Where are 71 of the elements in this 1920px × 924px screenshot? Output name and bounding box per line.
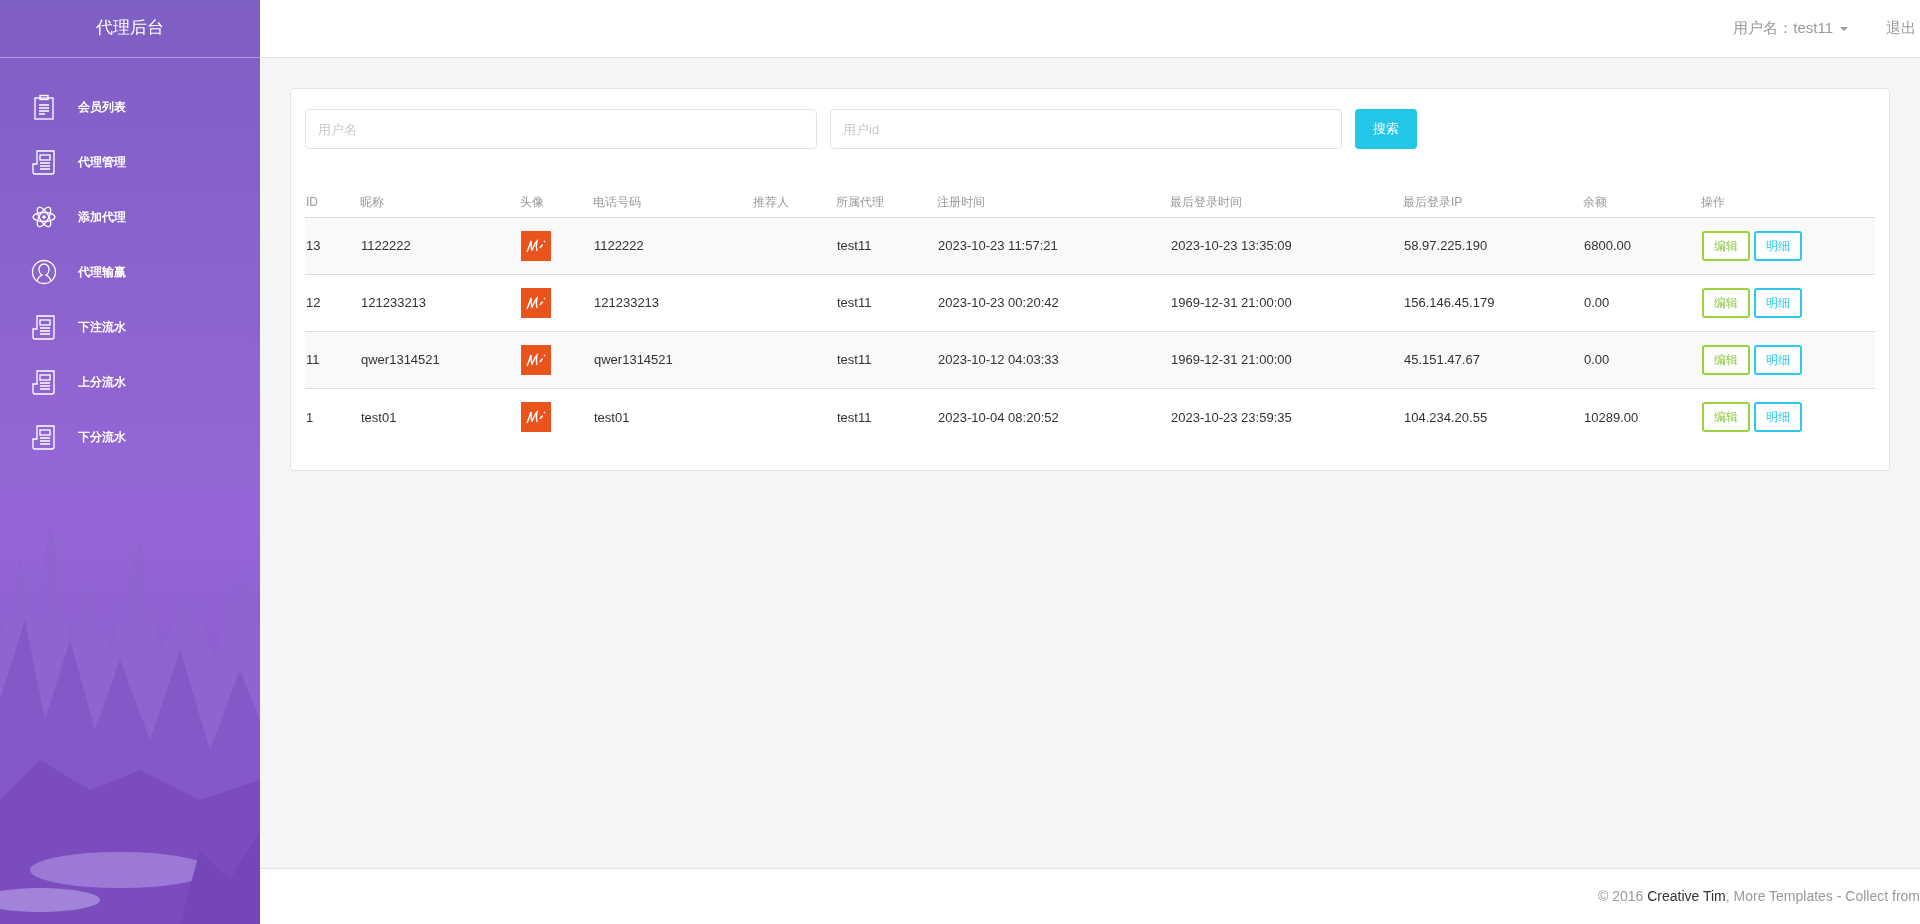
table-cell: 2023-10-23 11:57:21 bbox=[938, 238, 1058, 254]
column-header: 操作 bbox=[1701, 187, 1875, 218]
column-header: 最后登录IP bbox=[1403, 187, 1583, 218]
table-cell: test11 bbox=[837, 295, 872, 311]
table-cell: 1 bbox=[306, 409, 314, 425]
table-cell: 45.151.47.67 bbox=[1404, 352, 1480, 368]
table-cell: test11 bbox=[837, 409, 872, 425]
table-cell: 12 bbox=[306, 295, 321, 311]
table-cell: 121233213 bbox=[594, 295, 660, 311]
column-header: 昵称 bbox=[360, 187, 520, 218]
table-cell: 1122222 bbox=[594, 238, 644, 254]
column-header: 余额 bbox=[1583, 187, 1701, 218]
edit-button[interactable]: 编辑 bbox=[1702, 231, 1750, 261]
table-cell: 13 bbox=[306, 238, 321, 254]
sidebar-item[interactable]: 上分流水 bbox=[0, 354, 260, 409]
table-cell: 2023-10-23 13:35:09 bbox=[1171, 238, 1292, 254]
edit-button[interactable]: 编辑 bbox=[1702, 288, 1750, 318]
table-cell: 6800.00 bbox=[1584, 238, 1631, 254]
search-button[interactable]: 搜索 bbox=[1355, 109, 1417, 149]
details-button[interactable]: 明细 bbox=[1754, 402, 1802, 433]
sidebar-item[interactable]: 代理输赢 bbox=[0, 244, 260, 299]
sidebar-item[interactable]: 会员列表 bbox=[0, 79, 260, 134]
footer-link[interactable]: Creative Tim bbox=[1647, 888, 1726, 904]
avatar-icon bbox=[521, 402, 551, 433]
column-header: 注册时间 bbox=[937, 187, 1170, 218]
column-header: ID bbox=[305, 187, 360, 218]
caret-icon bbox=[1840, 27, 1848, 32]
table-cell: test11 bbox=[837, 238, 872, 254]
logout-link[interactable]: 退出 bbox=[1886, 17, 1916, 40]
column-header: 所属代理 bbox=[836, 187, 937, 218]
table-cell: qwer1314521 bbox=[361, 352, 440, 368]
user-icon bbox=[30, 257, 58, 286]
table-cell: 0.00 bbox=[1584, 295, 1610, 311]
table-cell: 1122222 bbox=[361, 238, 411, 254]
details-button[interactable]: 明细 bbox=[1754, 288, 1802, 318]
footer-text: © 2016 Creative Tim, More Templates - Collect from bbox=[1597, 887, 1920, 906]
column-header: 头像 bbox=[520, 187, 593, 218]
table-cell: 121233213 bbox=[361, 295, 427, 311]
column-header: 最后登录时间 bbox=[1170, 187, 1403, 218]
newspaper-icon bbox=[30, 312, 58, 341]
table-cell: test11 bbox=[837, 352, 872, 368]
table-cell: 156.146.45.179 bbox=[1404, 295, 1495, 311]
table-cell: 2023-10-04 08:20:52 bbox=[938, 409, 1059, 425]
table-cell: 10289.00 bbox=[1584, 409, 1639, 425]
avatar-icon bbox=[521, 288, 551, 318]
newspaper-icon bbox=[30, 147, 58, 176]
sidebar-item[interactable]: 下注流水 bbox=[0, 299, 260, 354]
table-cell: 1969-12-31 21:00:00 bbox=[1171, 352, 1292, 368]
table-cell: 1969-12-31 21:00:00 bbox=[1171, 295, 1292, 311]
table-cell: 0.00 bbox=[1584, 352, 1610, 368]
sidebar-item[interactable]: 代理管理 bbox=[0, 134, 260, 189]
table-cell: 2023-10-23 23:59:35 bbox=[1171, 409, 1292, 425]
column-header: 电话号码 bbox=[593, 187, 753, 218]
sidebar-item[interactable]: 下分流水 bbox=[0, 409, 260, 464]
sidebar-item[interactable]: 添加代理 bbox=[0, 189, 260, 244]
column-header: 推荐人 bbox=[753, 187, 836, 218]
newspaper-icon bbox=[30, 422, 58, 451]
table-cell: 2023-10-23 00:20:42 bbox=[938, 295, 1059, 311]
details-button[interactable]: 明细 bbox=[1754, 345, 1802, 375]
edit-button[interactable]: 编辑 bbox=[1702, 402, 1750, 433]
newspaper-icon bbox=[30, 367, 58, 396]
user-menu[interactable]: 用户名：test11 bbox=[1733, 17, 1848, 40]
edit-button[interactable]: 编辑 bbox=[1702, 345, 1750, 375]
details-button[interactable]: 明细 bbox=[1754, 231, 1802, 261]
table-cell: 11 bbox=[306, 352, 320, 368]
table-cell: 2023-10-12 04:03:33 bbox=[938, 352, 1059, 368]
table-cell: 104.234.20.55 bbox=[1404, 409, 1488, 425]
table-cell: test01 bbox=[594, 409, 630, 425]
table-cell: qwer1314521 bbox=[594, 352, 673, 368]
table-cell: test01 bbox=[361, 409, 397, 425]
table-cell: 58.97.225.190 bbox=[1404, 238, 1488, 254]
